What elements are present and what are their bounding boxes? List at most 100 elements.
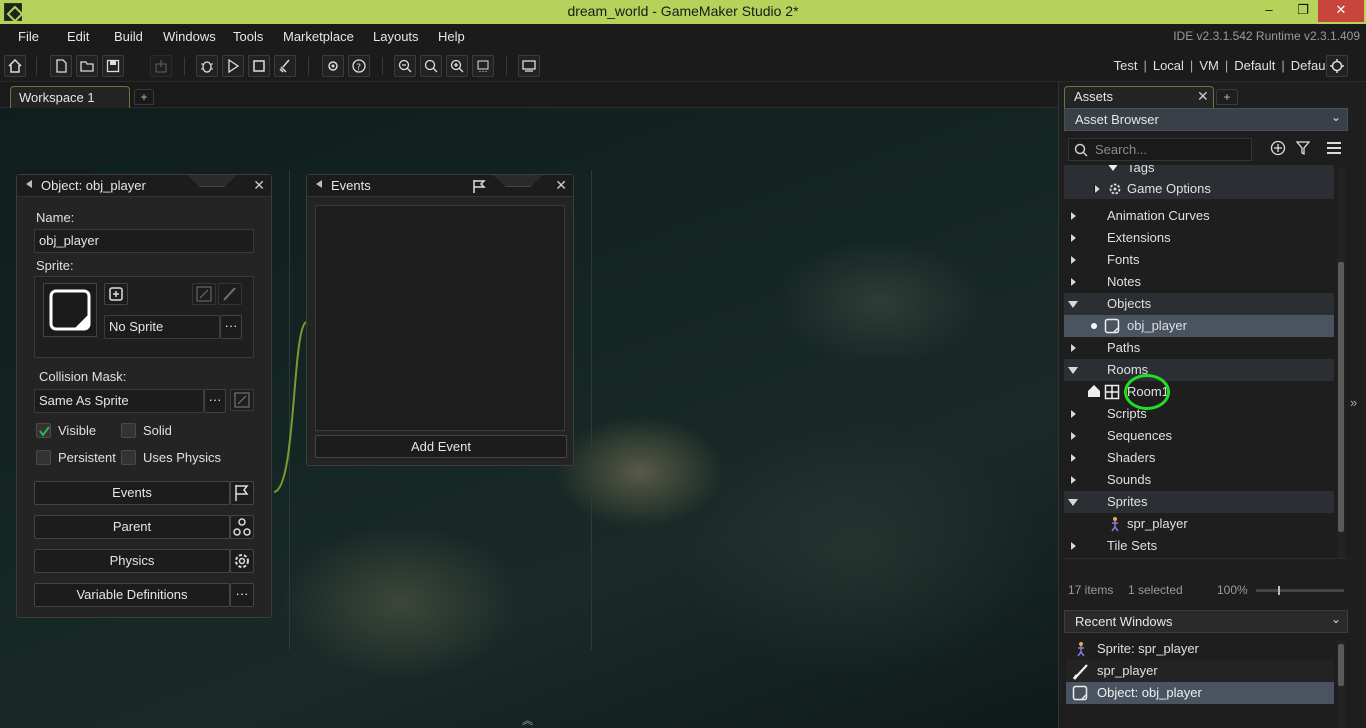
expand-icon[interactable] <box>1094 184 1101 194</box>
variable-definitions-button[interactable]: Variable Definitions <box>34 583 230 607</box>
zoom-out-button[interactable] <box>394 55 416 77</box>
home-button[interactable] <box>4 55 26 77</box>
menu-edit[interactable]: Edit <box>67 29 89 44</box>
edit-mask-button[interactable] <box>230 389 254 411</box>
edit-image-button[interactable] <box>192 283 216 305</box>
variable-definitions-more-button[interactable]: ··· <box>230 583 254 607</box>
add-workspace-button[interactable]: + <box>134 89 154 105</box>
recent-windows-dropdown[interactable]: Recent Windows ⌄ <box>1064 610 1348 633</box>
close-icon[interactable]: ✕ <box>253 177 265 194</box>
tree-folder-sounds[interactable]: Sounds <box>1064 469 1334 491</box>
new-sprite-button[interactable] <box>104 283 128 305</box>
recent-scrollbar[interactable] <box>1337 640 1345 728</box>
zoom-slider-handle[interactable] <box>1278 586 1280 595</box>
collapse-dock-icon[interactable]: » <box>1350 395 1357 410</box>
zoom-in-button[interactable] <box>446 55 468 77</box>
clean-button[interactable] <box>274 55 296 77</box>
preferences-button[interactable] <box>322 55 344 77</box>
recent-item-sprite-editor[interactable]: spr_player <box>1066 660 1334 682</box>
tab-assets[interactable]: Assets ✕ <box>1064 86 1214 108</box>
asset-search-input[interactable]: Search... <box>1068 138 1252 161</box>
tree-folder-objects[interactable]: Objects <box>1064 293 1334 315</box>
tree-scrollbar[interactable] <box>1337 168 1345 558</box>
collapse-icon[interactable] <box>1068 499 1078 506</box>
target-output[interactable]: VM <box>1199 58 1219 73</box>
open-project-button[interactable] <box>76 55 98 77</box>
tree-folder-extensions[interactable]: Extensions <box>1064 227 1334 249</box>
add-dock-tab-button[interactable]: + <box>1216 89 1238 105</box>
menu-marketplace[interactable]: Marketplace <box>283 29 354 44</box>
tree-folder-rooms[interactable]: Rooms <box>1064 359 1334 381</box>
fit-view-button[interactable] <box>472 55 494 77</box>
menu-build[interactable]: Build <box>114 29 143 44</box>
targets-button[interactable] <box>1326 55 1348 77</box>
expand-output-icon[interactable]: ︽ <box>522 712 533 728</box>
run-button[interactable] <box>222 55 244 77</box>
debug-button[interactable] <box>196 55 218 77</box>
zoom-slider[interactable] <box>1256 586 1344 595</box>
tree-folder-animation-curves[interactable]: Animation Curves <box>1064 205 1334 227</box>
maximize-button[interactable]: ❐ <box>1288 0 1318 22</box>
save-button[interactable] <box>102 55 124 77</box>
events-panel-header[interactable]: Events ✕ <box>307 175 573 197</box>
target-device-button[interactable] <box>518 55 540 77</box>
close-icon[interactable]: ✕ <box>555 177 567 194</box>
tree-folder-sequences[interactable]: Sequences <box>1064 425 1334 447</box>
expand-icon[interactable] <box>1070 211 1077 221</box>
menu-icon[interactable] <box>1326 141 1342 155</box>
tree-folder-paths[interactable]: Paths <box>1064 337 1334 359</box>
tree-item-obj-player[interactable]: obj_player <box>1064 315 1334 337</box>
physics-icon-button[interactable] <box>230 549 254 573</box>
recent-item-object[interactable]: Object: obj_player <box>1066 682 1334 704</box>
collapse-icon[interactable] <box>1068 301 1078 308</box>
collapse-icon[interactable] <box>316 180 322 188</box>
new-project-button[interactable] <box>50 55 72 77</box>
edit-sprite-button[interactable] <box>218 283 242 305</box>
tree-folder-fonts[interactable]: Fonts <box>1064 249 1334 271</box>
target-runtime[interactable]: Default <box>1234 58 1275 73</box>
tab-workspace-1[interactable]: Workspace 1 <box>10 86 130 108</box>
target-selector[interactable]: Test | Local | VM | Default | Default <box>1114 58 1332 73</box>
menu-file[interactable]: File <box>18 29 39 44</box>
add-event-button[interactable]: Add Event <box>315 435 567 458</box>
tree-folder-notes[interactable]: Notes <box>1064 271 1334 293</box>
sprite-browse-button[interactable]: ··· <box>220 315 242 339</box>
expand-icon[interactable] <box>1070 277 1077 287</box>
expand-icon[interactable] <box>1070 475 1077 485</box>
tree-folder-shaders[interactable]: Shaders <box>1064 447 1334 469</box>
asset-browser-dropdown[interactable]: Asset Browser ⌄ <box>1064 108 1348 131</box>
recent-scrollbar-thumb[interactable] <box>1338 644 1344 686</box>
parent-icon-button[interactable] <box>230 515 254 539</box>
tree-folder-scripts[interactable]: Scripts <box>1064 403 1334 425</box>
object-panel-header[interactable]: Object: obj_player ✕ <box>17 175 271 197</box>
physics-button[interactable]: Physics <box>34 549 230 573</box>
expand-icon[interactable] <box>1070 233 1077 243</box>
solid-checkbox[interactable] <box>121 423 136 438</box>
expand-icon[interactable] <box>1070 343 1077 353</box>
events-button[interactable]: Events <box>34 481 230 505</box>
stop-button[interactable] <box>248 55 270 77</box>
filter-icon[interactable] <box>1296 140 1310 156</box>
collapse-icon[interactable] <box>1068 367 1078 374</box>
visible-checkbox[interactable] <box>36 423 51 438</box>
expand-icon[interactable] <box>1070 541 1077 551</box>
menu-tools[interactable]: Tools <box>233 29 263 44</box>
menu-windows[interactable]: Windows <box>163 29 216 44</box>
events-list[interactable] <box>315 205 565 431</box>
tree-item-game-options[interactable]: Game Options <box>1088 178 1334 200</box>
target-device[interactable]: Local <box>1153 58 1184 73</box>
expand-icon[interactable] <box>1070 409 1077 419</box>
persistent-checkbox[interactable] <box>36 450 51 465</box>
recent-item-sprite[interactable]: Sprite: spr_player <box>1066 638 1334 660</box>
minimize-button[interactable]: ‒ <box>1254 0 1284 22</box>
expand-icon[interactable] <box>1070 431 1077 441</box>
events-icon-button[interactable] <box>230 481 254 505</box>
target-config[interactable]: Test <box>1114 58 1138 73</box>
tree-item-room1[interactable]: Room1 <box>1064 381 1334 403</box>
sprite-preview[interactable] <box>43 283 97 337</box>
name-field[interactable]: obj_player <box>34 229 254 253</box>
tree-scrollbar-thumb[interactable] <box>1338 262 1344 532</box>
expand-icon[interactable] <box>1070 255 1077 265</box>
expand-icon[interactable] <box>1070 453 1077 463</box>
tree-folder-tile-sets[interactable]: Tile Sets <box>1064 535 1334 557</box>
